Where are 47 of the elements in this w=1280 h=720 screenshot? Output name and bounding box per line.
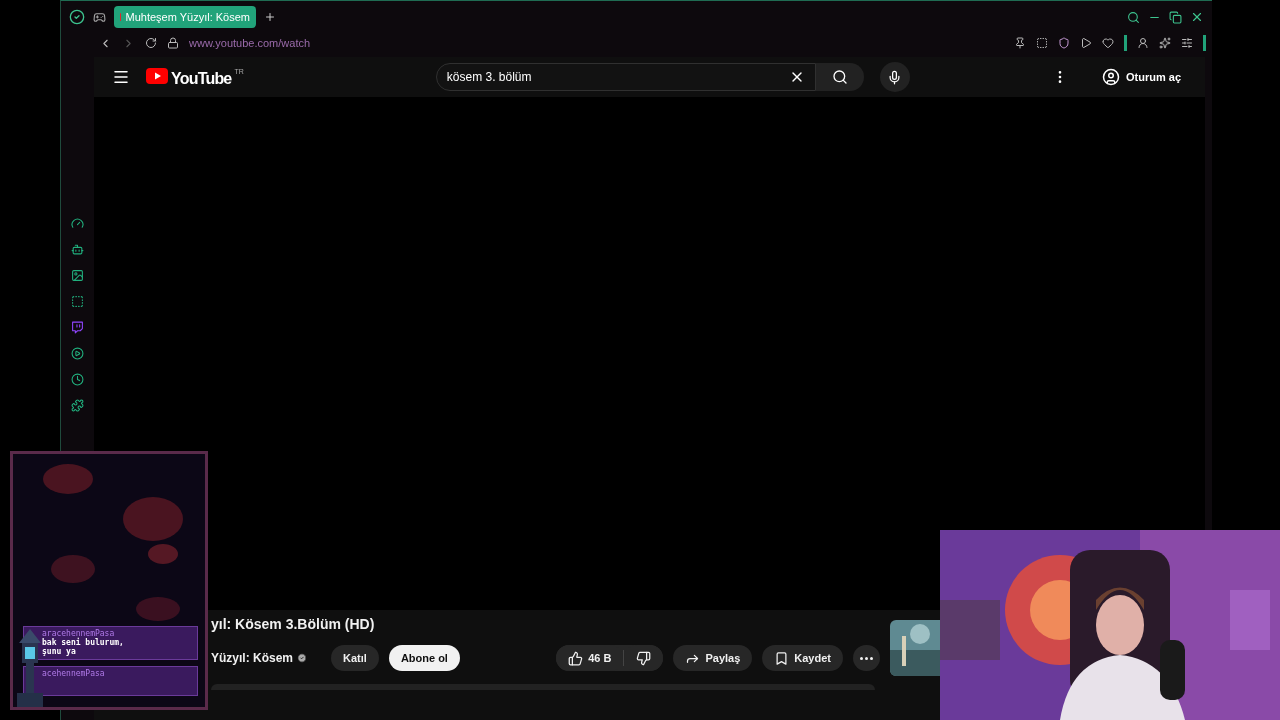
video-title: yıl: Kösem 3.Bölüm (HD) (211, 616, 376, 632)
snapshot-icon[interactable] (1036, 37, 1048, 49)
twitch-icon[interactable] (71, 321, 84, 334)
chat-text: bak seni bulurum, şunu ya (42, 638, 125, 656)
new-tab-icon[interactable] (264, 11, 276, 23)
more-button[interactable] (853, 645, 880, 671)
search-button[interactable] (815, 63, 864, 91)
image-icon[interactable] (71, 269, 84, 282)
search-icon (831, 69, 848, 85)
lock-icon[interactable] (167, 37, 179, 49)
sparkle-icon[interactable] (1159, 37, 1171, 49)
sign-in-button[interactable]: Oturum aç (1096, 67, 1187, 87)
search-icon[interactable] (1127, 10, 1140, 24)
shield-icon[interactable] (1058, 37, 1070, 49)
thumbs-up-icon (568, 650, 584, 666)
chat-username: acehennemPasa (42, 669, 106, 678)
channel-name[interactable]: Yüzyıl: Kösem (211, 651, 308, 665)
reload-icon[interactable] (145, 37, 157, 49)
more-icon (860, 656, 873, 660)
clock-icon[interactable] (71, 373, 84, 386)
mic-button[interactable] (879, 62, 910, 92)
share-button[interactable]: Paylaş (673, 645, 753, 671)
gamepad-icon[interactable] (93, 10, 106, 24)
profile-icon[interactable] (1137, 37, 1149, 49)
gauge-icon[interactable] (71, 217, 84, 230)
join-button[interactable]: Katıl (331, 645, 379, 671)
restore-icon[interactable] (1169, 10, 1182, 24)
puzzle-icon[interactable] (71, 399, 84, 412)
address-field[interactable]: www.youtube.com/watch (189, 37, 311, 49)
user-icon (1102, 68, 1120, 86)
heart-icon[interactable] (1102, 37, 1114, 49)
mic-icon (887, 69, 903, 85)
bot-icon[interactable] (71, 243, 84, 256)
pin-icon[interactable] (1014, 37, 1026, 49)
menu-icon[interactable] (112, 68, 130, 86)
play-icon[interactable] (1080, 37, 1092, 49)
bookmark-icon (774, 650, 790, 666)
chat-username: aracehennemPasa (42, 629, 116, 638)
thumbs-down-icon (636, 650, 652, 666)
subscribe-button[interactable]: Abone ol (388, 645, 460, 671)
square-icon[interactable] (71, 295, 84, 308)
browser-logo-icon[interactable] (69, 9, 85, 25)
save-button[interactable]: Kaydet (762, 645, 843, 671)
play-circle-icon[interactable] (71, 347, 84, 360)
search-field[interactable]: kösem 3. bölüm (435, 63, 816, 91)
settings-icon[interactable] (1181, 37, 1193, 49)
close-icon[interactable] (1190, 10, 1204, 24)
